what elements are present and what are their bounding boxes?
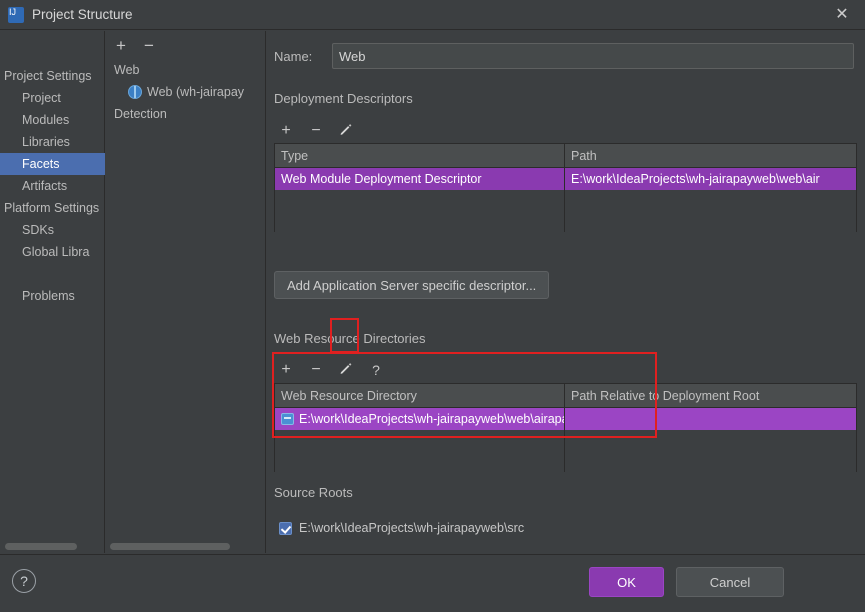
table-empty-row	[274, 429, 857, 472]
web-resource-directories-table[interactable]: Web Resource Directory Path Relative to …	[274, 383, 857, 472]
deployment-descriptors-title: Deployment Descriptors	[274, 91, 413, 106]
facet-item-detection-label: Detection	[114, 107, 167, 121]
web-resource-help-icon[interactable]: ?	[369, 363, 383, 377]
sidebar-item-project[interactable]: Project	[0, 87, 104, 109]
facet-item-web-label: Web (wh-jairapay	[147, 85, 245, 99]
tree-group-project-settings: Project Settings	[4, 69, 92, 83]
sidebar-item-modules[interactable]: Modules	[0, 109, 104, 131]
table-row[interactable]: E:\work\IdeaProjects\wh-jairapayweb\web\…	[274, 407, 857, 430]
facets-toolbar: + −	[106, 31, 265, 59]
add-descriptor-button[interactable]: +	[279, 123, 293, 139]
column-header-type[interactable]: Type	[274, 143, 565, 168]
add-facet-button[interactable]: +	[114, 37, 128, 54]
cell-web-resource-directory: E:\work\IdeaProjects\wh-jairapayweb\web\…	[274, 407, 565, 430]
table-header-row: Type Path	[274, 143, 857, 168]
web-resource-toolbar: + − ?	[279, 358, 383, 382]
deployment-descriptors-table[interactable]: Type Path Web Module Deployment Descript…	[274, 143, 857, 232]
source-root-label: E:\work\IdeaProjects\wh-jairapayweb\src	[299, 521, 525, 535]
remove-facet-button[interactable]: −	[142, 37, 156, 54]
close-icon[interactable]: ✕	[819, 0, 865, 30]
intellij-idea-icon	[8, 6, 24, 23]
name-label: Name:	[274, 48, 313, 64]
help-icon[interactable]: ?	[12, 569, 36, 593]
table-row[interactable]: Web Module Deployment Descriptor E:\work…	[274, 167, 857, 190]
project-structure-dialog: Project Structure ✕ Project Settings Pro…	[0, 0, 865, 612]
dialog-button-bar: ? OK Cancel CSDN@杨筑月	[0, 554, 865, 612]
cell-empty-4	[564, 429, 857, 472]
facet-group-web[interactable]: Web	[106, 59, 265, 81]
column-header-path-relative[interactable]: Path Relative to Deployment Root	[564, 383, 857, 408]
table-empty-row	[274, 189, 857, 232]
sidebar-item-global-libraries[interactable]: Global Libra	[0, 241, 104, 263]
remove-web-resource-button[interactable]: −	[309, 362, 323, 378]
table-header-row: Web Resource Directory Path Relative to …	[274, 383, 857, 408]
sidebar-item-libraries[interactable]: Libraries	[0, 131, 104, 153]
facets-horizontal-scrollbar[interactable]	[110, 543, 230, 550]
column-header-web-resource-directory[interactable]: Web Resource Directory	[274, 383, 565, 408]
edit-pencil-icon[interactable]	[339, 122, 353, 140]
deployment-descriptors-toolbar: + −	[279, 119, 353, 143]
name-row: Name:	[274, 43, 854, 69]
facets-list-pane: + − Web Web (wh-jairapay Detection	[106, 31, 266, 553]
facet-item-detection[interactable]: Detection	[106, 103, 265, 125]
title-bar: Project Structure ✕	[0, 0, 865, 30]
sidebar-item-problems[interactable]: Problems	[0, 285, 104, 307]
cell-descriptor-type: Web Module Deployment Descriptor	[274, 167, 565, 190]
cell-empty-1	[274, 189, 565, 232]
column-header-path[interactable]: Path	[564, 143, 857, 168]
tree-group-platform-settings: Platform Settings	[4, 201, 100, 215]
cell-web-resource-relative-path	[564, 407, 857, 430]
sidebar-item-facets[interactable]: Facets	[0, 153, 105, 175]
facet-details-pane: Name: Deployment Descriptors + − Type Pa…	[267, 31, 865, 553]
add-application-server-descriptor-label: Add Application Server specific descript…	[287, 277, 537, 293]
facet-item-web[interactable]: Web (wh-jairapay	[106, 81, 265, 103]
web-resource-directories-title: Web Resource Directories	[274, 331, 426, 346]
sidebar-item-sdks[interactable]: SDKs	[0, 219, 104, 241]
cell-descriptor-path: E:\work\IdeaProjects\wh-jairapayweb\web\…	[564, 167, 857, 190]
web-facet-icon	[128, 85, 142, 99]
add-web-resource-button[interactable]: +	[279, 362, 293, 378]
window-title: Project Structure	[32, 7, 133, 22]
remove-descriptor-button[interactable]: −	[309, 123, 323, 139]
cell-empty-3	[274, 429, 565, 472]
add-application-server-descriptor-button[interactable]: Add Application Server specific descript…	[274, 271, 550, 299]
facet-group-web-label: Web	[114, 63, 140, 77]
cell-empty-2	[564, 189, 857, 232]
source-root-checkbox[interactable]	[279, 521, 292, 535]
left-horizontal-scrollbar[interactable]	[5, 543, 77, 550]
settings-category-tree: Project Settings Project Modules Librari…	[0, 31, 105, 553]
edit-web-resource-pencil-icon[interactable]	[339, 361, 353, 379]
source-roots-title: Source Roots	[274, 485, 353, 500]
name-input[interactable]	[332, 43, 854, 69]
source-root-item[interactable]: E:\work\IdeaProjects\wh-jairapayweb\src	[279, 521, 524, 535]
ok-button[interactable]: OK	[589, 567, 664, 597]
cell-web-resource-directory-label: E:\work\IdeaProjects\wh-jairapayweb\web\…	[299, 411, 564, 426]
cancel-button[interactable]: Cancel	[676, 567, 784, 597]
sidebar-item-artifacts[interactable]: Artifacts	[0, 175, 104, 197]
folder-icon	[281, 412, 294, 425]
